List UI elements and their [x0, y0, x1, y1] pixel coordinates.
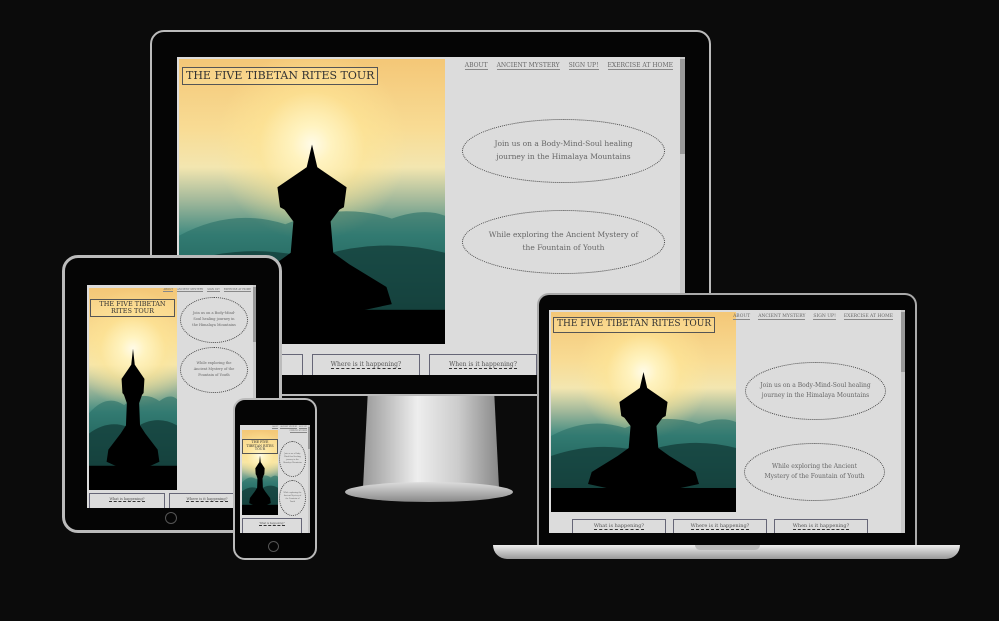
when-box[interactable]: When is it happening? [429, 354, 537, 375]
monitor-stand [363, 380, 499, 488]
where-label: Where is it happening? [186, 497, 228, 502]
monitor-base [345, 482, 513, 502]
nav-sign-up[interactable]: SIGN UP! [299, 427, 307, 429]
nav-sign-up[interactable]: SIGN UP! [568, 62, 599, 70]
what-label: What is happening? [593, 523, 645, 530]
nav-ancient-mystery[interactable]: ANCIENT MYSTERY [758, 314, 806, 320]
where-box[interactable]: Where is it happening? [673, 519, 767, 533]
laptop-screen: THE FIVE TIBETAN RITES TOUR ABOUT ANCIEN… [549, 310, 905, 533]
site-title[interactable]: THE FIVE TIBETAN RITES TOUR [242, 439, 278, 454]
where-label: Where is it happening? [690, 523, 750, 530]
nav-ancient-mystery[interactable]: ANCIENT MYSTERY [496, 62, 560, 70]
what-label: What is happening? [259, 522, 285, 526]
site-title[interactable]: THE FIVE TIBETAN RITES TOUR [182, 67, 379, 86]
site-title[interactable]: THE FIVE TIBETAN RITES TOUR [90, 299, 175, 318]
tagline-mystery: While exploring the Ancient Mystery of t… [279, 480, 306, 516]
nav-sign-up[interactable]: SIGN UP! [207, 288, 220, 292]
scrollbar[interactable] [308, 425, 310, 533]
where-label: Where is it happening? [330, 361, 402, 369]
nav-exercise-at-home[interactable]: EXERCISE AT HOME [289, 431, 307, 433]
what-box[interactable]: What is happening? [572, 519, 666, 533]
hero-image: THE FIVE TIBETAN RITES TOUR [89, 288, 177, 490]
nav-about[interactable]: ABOUT [733, 314, 751, 320]
site-title[interactable]: THE FIVE TIBETAN RITES TOUR [553, 317, 716, 333]
tagline-mystery: While exploring the Ancient Mystery of t… [744, 443, 885, 501]
when-label: When is it happening? [792, 523, 850, 530]
tagline-mystery: While exploring the Ancient Mystery of t… [462, 210, 665, 274]
when-box[interactable]: When is it happening? [774, 519, 868, 533]
phone-home-button[interactable] [268, 541, 279, 552]
what-box[interactable]: What is happening? [89, 493, 165, 508]
tablet-screen: THE FIVE TIBETAN RITES TOUR ABOUT ANCIEN… [87, 285, 256, 508]
nav-exercise-at-home[interactable]: EXERCISE AT HOME [843, 314, 893, 320]
what-box[interactable]: What is happening? [242, 518, 302, 533]
nav-about[interactable]: ABOUT [272, 427, 279, 429]
nav-bar: ABOUT ANCIENT MYSTERY SIGN UP! EXERCISE … [267, 427, 307, 433]
nav-bar: ABOUT ANCIENT MYSTERY SIGN UP! EXERCISE … [733, 314, 893, 320]
what-label: What is happening? [109, 497, 145, 502]
tagline-journey: Join us on a Body-Mind-Soul healing jour… [462, 119, 665, 183]
tablet-home-button[interactable] [165, 512, 177, 524]
tagline-mystery: While exploring the Ancient Mystery of t… [180, 347, 248, 393]
when-label: When is it happening? [449, 361, 517, 369]
nav-ancient-mystery[interactable]: ANCIENT MYSTERY [280, 427, 298, 429]
scrollbar[interactable] [901, 310, 905, 533]
nav-bar: ABOUT ANCIENT MYSTERY SIGN UP! EXERCISE … [163, 288, 251, 292]
hero-image: THE FIVE TIBETAN RITES TOUR [242, 430, 278, 515]
nav-exercise-at-home[interactable]: EXERCISE AT HOME [223, 288, 251, 292]
nav-sign-up[interactable]: SIGN UP! [813, 314, 836, 320]
tagline-journey: Join us on a Body-Mind-Soul healing jour… [180, 297, 248, 343]
where-box[interactable]: Where is it happening? [312, 354, 420, 375]
nav-exercise-at-home[interactable]: EXERCISE AT HOME [607, 62, 673, 70]
nav-bar: ABOUT ANCIENT MYSTERY SIGN UP! EXERCISE … [464, 62, 673, 70]
hero-image: THE FIVE TIBETAN RITES TOUR [551, 312, 736, 512]
phone-screen: THE FIVE TIBETAN RITES TOUR ABOUT ANCIEN… [240, 425, 310, 533]
tagline-journey: Join us on a Body-Mind-Soul healing jour… [745, 362, 886, 420]
laptop-notch [695, 545, 760, 550]
nav-about[interactable]: ABOUT [163, 288, 173, 292]
nav-about[interactable]: ABOUT [464, 62, 488, 70]
tagline-journey: Join us on a Body-Mind-Soul healing jour… [279, 441, 306, 477]
nav-ancient-mystery[interactable]: ANCIENT MYSTERY [176, 288, 204, 292]
